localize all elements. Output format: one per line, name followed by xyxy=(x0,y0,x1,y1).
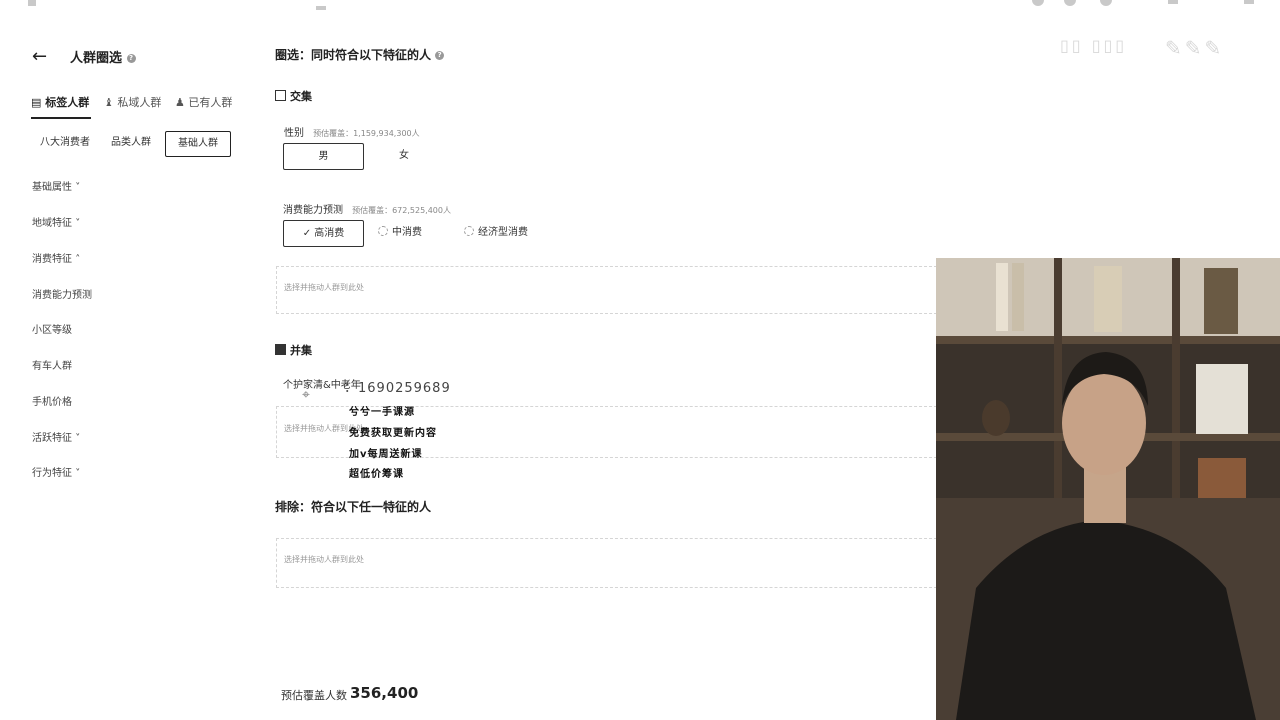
tab-tag-audience[interactable]: ▤ 标签人群 xyxy=(31,94,89,110)
option-label: 男 xyxy=(318,151,329,162)
intersection-icon xyxy=(275,90,286,101)
help-icon[interactable]: ? xyxy=(126,54,136,63)
estimated-coverage-value: 356,400 xyxy=(350,684,419,702)
section-heading-text: 排除：符合以下任一特征的人 xyxy=(275,500,432,514)
nav-label: 行为特征 xyxy=(32,468,72,479)
union-icon xyxy=(275,344,286,355)
overlay-line: 加v每周送新课 xyxy=(349,449,423,460)
page-title: 圈选：同时符合以下特征的人 ? xyxy=(275,46,445,63)
top-edge-mark xyxy=(1032,0,1044,6)
intersection-heading: 交集 xyxy=(275,88,312,104)
nav-label: 小区等级 xyxy=(32,325,72,336)
spending-coverage-note: 预估覆盖：672,525,400人 xyxy=(352,206,451,215)
drag-cursor-icon: ⌖ xyxy=(302,387,310,403)
option-label: 经济型消费 xyxy=(478,227,528,238)
radio-icon xyxy=(378,226,388,236)
nav-label: 基础属性 xyxy=(32,182,72,193)
chevron-down-icon: ˅ xyxy=(75,468,81,479)
chevron-down-icon: ˅ xyxy=(75,182,81,193)
nav-label: 地域特征 xyxy=(32,218,72,229)
nav-label: 活跃特征 xyxy=(32,433,72,444)
webcam-video xyxy=(936,258,1280,720)
spending-option-high[interactable]: ✓ 高消费 xyxy=(283,220,364,247)
overlay-line: 免费获取更新内容 xyxy=(349,428,437,439)
subtab-eight-consumers[interactable]: 八大消费者 xyxy=(34,131,96,155)
spending-option-medium[interactable]: 中消费 xyxy=(378,220,422,245)
gender-label: 性别 xyxy=(284,128,304,139)
exclude-drop-zone[interactable] xyxy=(276,538,937,588)
help-icon[interactable]: ? xyxy=(435,51,445,60)
tab-existing-audience[interactable]: ♟ 已有人群 xyxy=(175,94,232,110)
bookmark-icon: ▤ xyxy=(31,96,42,109)
top-edge-mark xyxy=(1100,0,1112,6)
sidebar-title: 人群圈选 ? xyxy=(70,47,136,66)
nav-phone-price[interactable]: 手机价格 xyxy=(32,393,72,408)
nav-behavior-features[interactable]: 行为特征 ˅ xyxy=(32,464,80,479)
nav-label: 有车人群 xyxy=(32,361,72,372)
user-icon: ♟ xyxy=(175,96,185,109)
tab-label: 标签人群 xyxy=(45,96,90,109)
tab-label: 私域人群 xyxy=(117,96,162,109)
gender-field-header: 性别 预估覆盖：1,159,934,300人 xyxy=(284,121,420,140)
estimated-coverage-label: 预估覆盖人数 xyxy=(281,689,347,702)
nav-car-owners[interactable]: 有车人群 xyxy=(32,357,72,372)
union-heading: 并集 xyxy=(275,342,312,358)
exclude-drop-hint: 选择并拖动人群到此处 xyxy=(284,555,364,564)
tab-label: 已有人群 xyxy=(188,96,233,109)
section-heading-text: 交集 xyxy=(290,90,312,103)
subtab-label: 基础人群 xyxy=(178,138,218,149)
subtab-basic-audience[interactable]: 基础人群 xyxy=(165,131,231,157)
intersection-drop-zone[interactable] xyxy=(276,266,937,314)
overlay-line: 兮兮一手课源 xyxy=(349,407,415,418)
active-tab-indicator xyxy=(31,117,91,119)
option-label: 中消费 xyxy=(392,227,422,238)
option-label: 女 xyxy=(399,150,409,161)
watermark-mark: ▯▯ ▯▯▯ xyxy=(1060,36,1128,55)
chevron-down-icon: ˅ xyxy=(75,218,81,229)
back-arrow-icon[interactable]: ← xyxy=(32,46,47,67)
sidebar-title-text: 人群圈选 xyxy=(70,51,123,66)
nav-region-features[interactable]: 地域特征 ˅ xyxy=(32,214,80,229)
option-label: ✓ 高消费 xyxy=(302,228,345,239)
top-edge-mark xyxy=(316,6,326,10)
chevron-up-icon: ˄ xyxy=(75,254,81,265)
nav-label: 消费能力预测 xyxy=(32,290,92,301)
nav-spending-power[interactable]: 消费能力预测 xyxy=(32,286,92,301)
section-heading-text: 并集 xyxy=(290,344,312,357)
gender-coverage-note: 预估覆盖：1,159,934,300人 xyxy=(313,129,420,138)
top-edge-mark xyxy=(1168,0,1178,4)
page-title-text: 圈选：同时符合以下特征的人 xyxy=(275,48,432,62)
tab-private-audience[interactable]: ♝ 私域人群 xyxy=(104,94,161,110)
spending-field-header: 消费能力预测 预估覆盖：672,525,400人 xyxy=(283,198,451,217)
gender-option-female[interactable]: 女 xyxy=(399,143,409,168)
radio-icon xyxy=(464,226,474,236)
top-edge-mark xyxy=(1244,0,1254,4)
nav-basic-attributes[interactable]: 基础属性 ˅ xyxy=(32,178,80,193)
gender-option-male[interactable]: 男 xyxy=(283,143,364,170)
nav-label: 手机价格 xyxy=(32,397,72,408)
top-edge-mark xyxy=(1064,0,1076,6)
intersection-drop-hint: 选择并拖动人群到此处 xyxy=(284,283,364,292)
nav-label: 消费特征 xyxy=(32,254,72,265)
subtab-label: 品类人群 xyxy=(111,137,151,148)
watermark-mark: ✎✎✎ xyxy=(1165,36,1225,60)
nav-community-level[interactable]: 小区等级 xyxy=(32,321,72,336)
nav-activity-features[interactable]: 活跃特征 ˅ xyxy=(32,429,80,444)
overlay-phone: ：1690259689 xyxy=(344,381,451,396)
top-edge-mark xyxy=(28,0,36,6)
chevron-down-icon: ˅ xyxy=(75,433,81,444)
group-icon: ♝ xyxy=(104,96,114,109)
webcam-scene xyxy=(936,258,1280,720)
spending-option-economy[interactable]: 经济型消费 xyxy=(464,220,528,245)
subtab-label: 八大消费者 xyxy=(40,137,90,148)
nav-consumption-features[interactable]: 消费特征 ˄ xyxy=(32,250,80,265)
overlay-line: 超低价筹课 xyxy=(349,469,404,480)
spending-label: 消费能力预测 xyxy=(283,205,343,216)
subtab-category-audience[interactable]: 品类人群 xyxy=(102,131,160,155)
exclude-heading: 排除：符合以下任一特征的人 xyxy=(275,498,431,515)
